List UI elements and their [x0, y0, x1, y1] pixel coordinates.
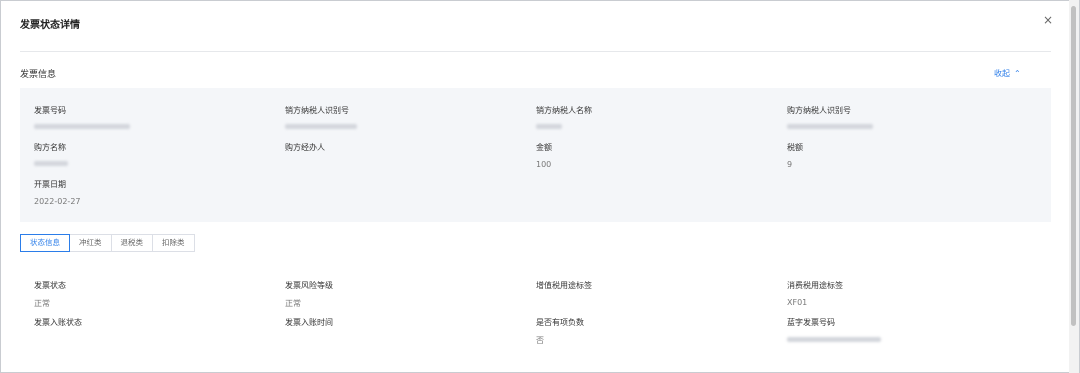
detail-tabs: 状态信息 冲红类 退税类 扣除类 — [20, 234, 195, 252]
risk-level-value: 正常 — [285, 299, 301, 308]
buyer-agent-label: 购方经办人 — [285, 143, 325, 152]
buyer-tax-id-value-redacted — [787, 124, 873, 129]
buyer-name-value-redacted — [34, 161, 68, 166]
scrollbar-thumb[interactable] — [1071, 6, 1076, 326]
has-negative-items-label: 是否有项负数 — [536, 318, 584, 327]
invoice-status-value: 正常 — [34, 299, 50, 308]
buyer-name-label: 购方名称 — [34, 143, 66, 152]
close-icon[interactable]: × — [1043, 13, 1053, 27]
vat-purpose-flag-label: 增值税用途标签 — [536, 281, 592, 290]
accounting-status-label: 发票入账状态 — [34, 318, 82, 327]
dialog-title: 发票状态详情 — [20, 20, 80, 31]
seller-tax-id-label: 销方纳税人识别号 — [285, 106, 349, 115]
tab-red-offset[interactable]: 冲红类 — [70, 234, 112, 252]
invoice-status-dialog: 发票状态详情 × 发票信息 收起 ⌃ 发票号码 销方纳税人识别号 销方纳税人名称 … — [0, 0, 1080, 373]
consumption-tax-flag-label: 消费税用途标签 — [787, 281, 843, 290]
buyer-tax-id-label: 购方纳税人识别号 — [787, 106, 851, 115]
collapse-label: 收起 — [994, 69, 1010, 78]
accounting-time-label: 发票入账时间 — [285, 318, 333, 327]
invoice-info-section-title: 发票信息 — [20, 70, 57, 80]
seller-name-value-redacted — [536, 124, 562, 129]
chevron-up-icon: ⌃ — [1014, 69, 1021, 78]
tax-amount-value: 9 — [787, 160, 793, 169]
issue-date-value: 2022-02-27 — [34, 197, 81, 206]
tab-status-info[interactable]: 状态信息 — [20, 234, 70, 252]
consumption-tax-flag-value: XF01 — [787, 298, 808, 307]
has-negative-items-value: 否 — [536, 336, 544, 345]
invoice-number-label: 发票号码 — [34, 106, 66, 115]
tab-tax-refund[interactable]: 退税类 — [111, 234, 153, 252]
risk-level-label: 发票风险等级 — [285, 281, 333, 290]
invoice-number-value-redacted — [34, 124, 130, 129]
invoice-info-panel: 发票号码 销方纳税人识别号 销方纳税人名称 购方纳税人识别号 购方名称 购方经办… — [20, 88, 1051, 222]
seller-name-label: 销方纳税人名称 — [536, 106, 592, 115]
amount-value: 100 — [536, 160, 552, 169]
issue-date-label: 开票日期 — [34, 180, 66, 189]
amount-label: 金额 — [536, 143, 552, 152]
header-divider — [20, 51, 1051, 52]
seller-tax-id-value-redacted — [285, 124, 357, 129]
invoice-status-label: 发票状态 — [34, 281, 66, 290]
digital-invoice-number-label: 蓝字发票号码 — [787, 318, 835, 327]
digital-invoice-number-value-redacted — [787, 337, 881, 342]
tax-amount-label: 税额 — [787, 143, 803, 152]
collapse-button[interactable]: 收起 ⌃ — [994, 68, 1021, 79]
tab-deduction[interactable]: 扣除类 — [153, 234, 195, 252]
